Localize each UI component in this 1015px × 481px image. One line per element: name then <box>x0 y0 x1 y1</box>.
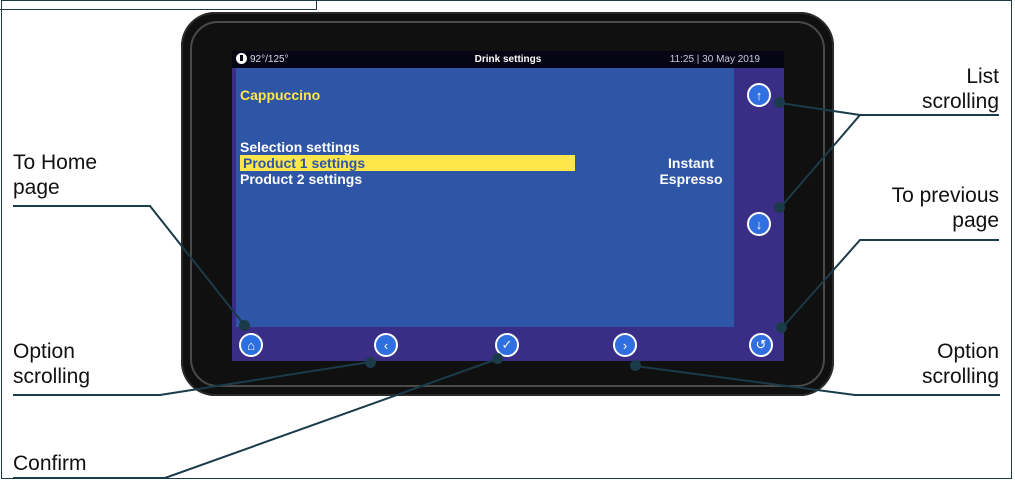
callout-dot <box>776 322 787 333</box>
callout-dot <box>630 360 641 371</box>
callout-option-right: Option scrolling <box>921 340 999 388</box>
callout-lines <box>13 102 1000 479</box>
callout-dot <box>492 353 503 364</box>
callout-dot <box>774 97 785 108</box>
callout-previous: To previous page <box>891 184 999 232</box>
callout-dot <box>774 202 785 213</box>
callout-dot <box>239 320 250 331</box>
callout-dot <box>365 357 376 368</box>
callout-option-left: Option scrolling <box>13 340 91 388</box>
callout-confirm: Confirm <box>13 452 87 475</box>
callout-list: List scrolling <box>921 65 999 113</box>
callout-home: To Home page <box>13 151 98 199</box>
